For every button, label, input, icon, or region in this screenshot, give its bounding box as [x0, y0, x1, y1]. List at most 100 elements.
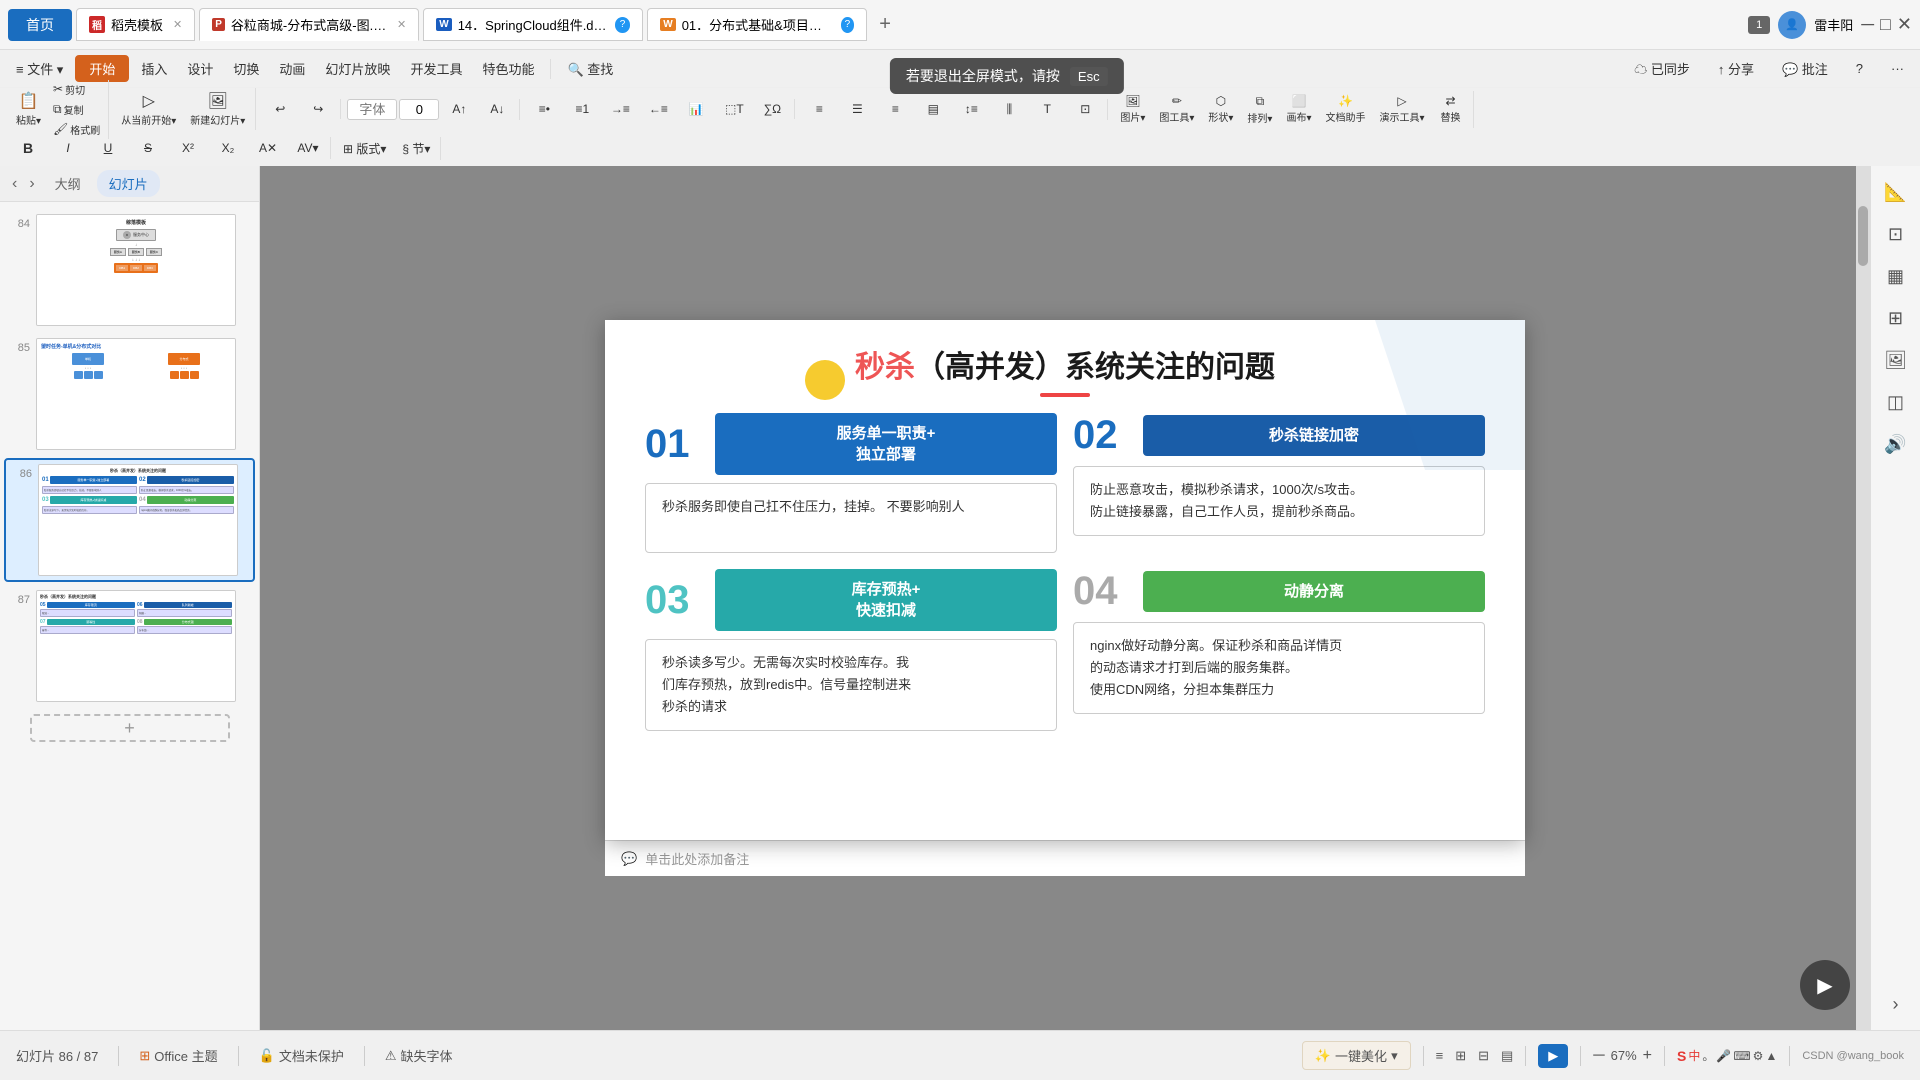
tab-home[interactable]: 首页	[8, 9, 72, 41]
copy-button[interactable]: ⧉复制	[49, 100, 104, 119]
menu-features[interactable]: 特色功能	[474, 55, 542, 82]
zoom-in-button[interactable]: +	[1643, 1047, 1652, 1065]
share-btn[interactable]: ↑ 分享	[1710, 55, 1762, 82]
view-normal-button[interactable]: ≡	[1436, 1048, 1444, 1063]
font-decrease-button[interactable]: A↓	[479, 99, 515, 119]
italic-button[interactable]: I	[50, 138, 86, 158]
arrange-button[interactable]: ⧉ 排列▾	[1241, 91, 1278, 128]
sync-btn[interactable]: ☁ 已同步	[1626, 55, 1698, 82]
tab-distributed[interactable]: W 01．分布式基础&项目环境搭建 ?	[647, 8, 867, 41]
redo-button[interactable]: ↪	[300, 99, 336, 119]
tab-slides[interactable]: 幻灯片	[97, 170, 160, 197]
search-btn[interactable]: 🔍 查找	[559, 55, 621, 82]
menu-animation[interactable]: 动画	[271, 55, 313, 82]
user-avatar[interactable]: 👤	[1778, 11, 1806, 39]
subscript-button[interactable]: X₂	[210, 138, 246, 158]
underline-button[interactable]: U	[90, 138, 126, 158]
right-panel-collapse[interactable]: ›	[1878, 986, 1914, 1022]
undo-button[interactable]: ↩	[262, 99, 298, 119]
menu-transition[interactable]: 切换	[225, 55, 267, 82]
tab-wps-template[interactable]: 稻 稻壳模板 ✕	[76, 8, 195, 41]
play-from-here-button[interactable]: ▷ 从当前开始▾	[115, 88, 182, 130]
more-btn[interactable]: ···	[1883, 57, 1912, 80]
view-presenter-button[interactable]: ▤	[1501, 1048, 1513, 1064]
right-panel-btn-2[interactable]: ⊡	[1878, 216, 1914, 252]
menu-file[interactable]: ≡ 文件 ▾	[8, 55, 71, 82]
column-button[interactable]: ⫼	[991, 99, 1027, 120]
play-slideshow-button[interactable]: ▶	[1800, 960, 1850, 1010]
vertical-scrollbar[interactable]	[1856, 166, 1870, 1030]
play-button-status[interactable]: ▶	[1538, 1044, 1568, 1068]
text-indent-button[interactable]: ⊡	[1067, 99, 1103, 119]
layout-button[interactable]: ⊞ 版式▾	[337, 137, 392, 160]
pictools-button[interactable]: ✏ 图工具▾	[1153, 91, 1200, 127]
cut-button[interactable]: ✂剪切	[49, 80, 104, 99]
beautify-button[interactable]: ✨ 一键美化 ▾	[1302, 1041, 1411, 1070]
restore-button[interactable]: □	[1880, 14, 1891, 35]
new-slide-button[interactable]: 🖼 新建幻灯片▾	[184, 88, 251, 130]
clear-format-button[interactable]: A✕	[250, 138, 286, 158]
bold-button[interactable]: B	[10, 137, 46, 159]
shape-button[interactable]: ⬡ 形状▾	[1202, 91, 1239, 127]
status-missing-font[interactable]: ⚠ 缺失字体	[385, 1046, 453, 1065]
tab-word[interactable]: W 14．SpringCloud组件.docx ?	[423, 8, 643, 41]
tab-outline[interactable]: 大纲	[43, 170, 93, 197]
slide-item-85[interactable]: 85 望时任务-单机&分布式对比 单机 ↓ ↓ ↓	[4, 334, 255, 454]
strikethrough-button[interactable]: S	[130, 138, 166, 158]
tab-ppt-active[interactable]: P 谷粒商城-分布式高级-图.pptx ✕	[199, 8, 419, 41]
replace-button[interactable]: ⇄ 替换	[1433, 91, 1469, 127]
slide-item-84[interactable]: 84 稼落模板 ⚙ 服务中心 ↓ 服务A 服务B	[4, 210, 255, 330]
font-increase-button[interactable]: A↑	[441, 99, 477, 119]
line-spacing-button[interactable]: ↕≡	[953, 99, 989, 119]
chart-button[interactable]: 📊	[678, 99, 714, 119]
panel-nav-left[interactable]: ‹	[8, 173, 21, 195]
right-panel-btn-7[interactable]: 🔊	[1878, 426, 1914, 462]
align-right-button[interactable]: ≡	[877, 99, 913, 119]
align-left-button[interactable]: ≡	[801, 99, 837, 119]
right-panel-btn-1[interactable]: 📐	[1878, 174, 1914, 210]
menu-devtools[interactable]: 开发工具	[402, 55, 470, 82]
presentation-button[interactable]: ▷ 演示工具▾	[1373, 91, 1430, 127]
tab-close-ppt[interactable]: ✕	[397, 18, 406, 31]
ai-assist-button[interactable]: ✨ 文档助手	[1319, 91, 1371, 127]
indent-decrease-button[interactable]: ←≡	[640, 99, 676, 119]
align-center-button[interactable]: ☰	[839, 99, 875, 119]
slide-item-86[interactable]: 86 秒杀（高并发）系统关注的问题 01 服务单一职责+独立部署 02 秒杀链接…	[4, 458, 255, 582]
tab-close-template[interactable]: ✕	[173, 18, 182, 31]
right-panel-btn-4[interactable]: ⊞	[1878, 300, 1914, 336]
menu-design[interactable]: 设计	[179, 55, 221, 82]
add-slide-button[interactable]: +	[30, 714, 230, 742]
indent-increase-button[interactable]: →≡	[602, 99, 638, 119]
font-family-input[interactable]	[347, 99, 397, 120]
help-btn[interactable]: ?	[1848, 57, 1871, 80]
status-doc-protection[interactable]: 🔓 文档未保护	[259, 1046, 344, 1065]
format-painter-button[interactable]: 🖌格式刷	[49, 120, 104, 139]
minimize-button[interactable]: ─	[1861, 14, 1874, 35]
slide-item-87[interactable]: 87 秒杀（高并发）系统关注的问题 05 库存限流 限流...	[4, 586, 255, 706]
close-button[interactable]: ✕	[1897, 14, 1912, 35]
scrollbar-thumb[interactable]	[1858, 206, 1868, 266]
font-size-input[interactable]	[399, 99, 439, 120]
panel-nav-right[interactable]: ›	[25, 173, 38, 195]
status-theme[interactable]: ⊞ Office 主题	[139, 1046, 217, 1065]
review-btn[interactable]: 💬 批注	[1774, 55, 1836, 82]
picture-button[interactable]: 🖼 图片▾	[1114, 91, 1151, 127]
view-outline-button[interactable]: ⊟	[1478, 1048, 1489, 1064]
right-panel-btn-6[interactable]: ◫	[1878, 384, 1914, 420]
superscript-button[interactable]: X²	[170, 138, 206, 158]
section-button[interactable]: § 节▾	[396, 137, 436, 160]
numbering-button[interactable]: ≡1	[564, 99, 600, 119]
slide-canvas[interactable]: 秒杀（高并发）系统关注的问题 01 服务单一职责+独立部署 秒杀服务即使自己扛不…	[605, 320, 1525, 840]
paste-button[interactable]: 📋 粘贴▾	[10, 88, 47, 130]
canvas-button[interactable]: ⬜ 画布▾	[1280, 91, 1317, 127]
special-chars-button[interactable]: ∑Ω	[754, 99, 790, 119]
text-direction-button[interactable]: ⬚T	[716, 99, 752, 119]
right-panel-btn-5[interactable]: 🖼	[1878, 342, 1914, 378]
menu-insert[interactable]: 插入	[133, 55, 175, 82]
char-spacing-button[interactable]: AV▾	[290, 138, 326, 158]
menu-slideshow[interactable]: 幻灯片放映	[317, 55, 398, 82]
menu-start[interactable]: 开始	[75, 55, 129, 82]
tab-add-button[interactable]: +	[871, 13, 899, 36]
zoom-out-button[interactable]: ─	[1593, 1047, 1604, 1065]
justify-button[interactable]: ▤	[915, 99, 951, 119]
